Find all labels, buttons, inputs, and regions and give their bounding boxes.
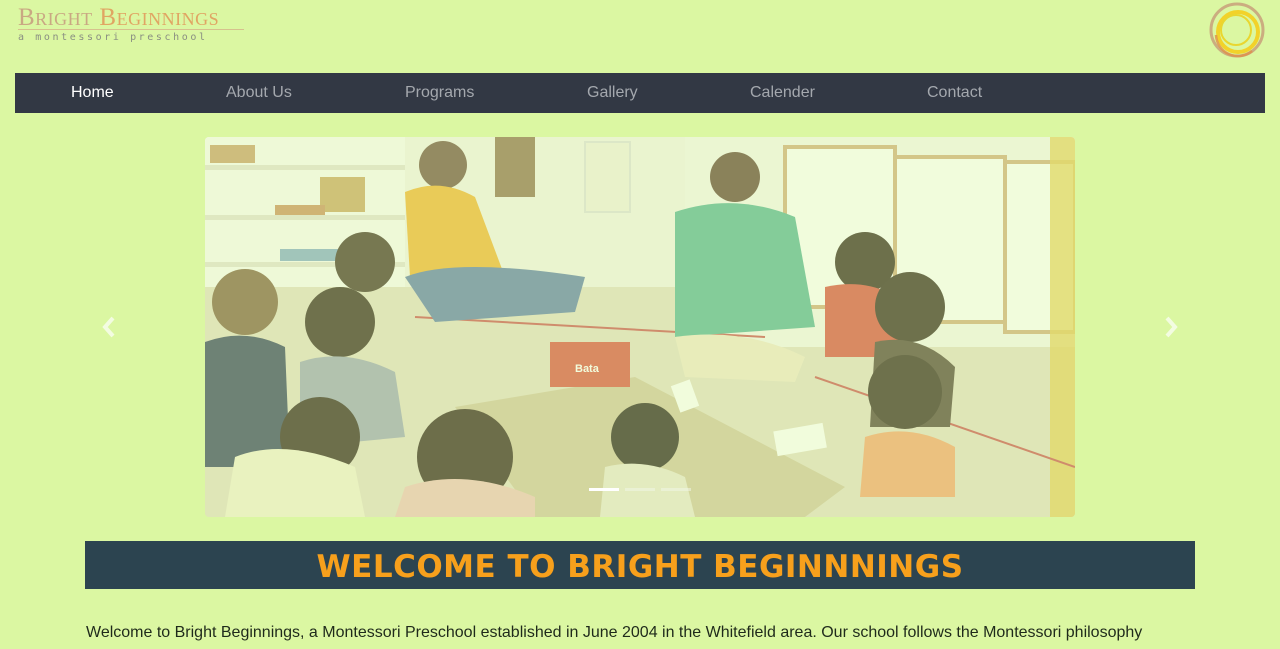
box-label: Bata <box>575 363 600 375</box>
carousel-indicators <box>589 488 693 492</box>
image-carousel: Bata <box>205 137 1075 517</box>
nav-item-contact[interactable]: Contact <box>927 73 982 113</box>
logo-title-part2: Beginnings <box>99 4 220 31</box>
nav-item-programs[interactable]: Programs <box>405 73 474 113</box>
nav-item-about-us[interactable]: About Us <box>226 73 292 113</box>
chevron-left-icon <box>102 316 115 338</box>
carousel-slide-image: Bata <box>205 137 1075 517</box>
nav-item-home[interactable]: Home <box>71 73 114 113</box>
carousel-indicator-1[interactable] <box>589 488 619 491</box>
welcome-banner: WELCOME TO BRIGHT BEGINNNINGS <box>85 541 1195 589</box>
intro-paragraph: Welcome to Bright Beginnings, a Montesso… <box>86 624 1143 641</box>
carousel-prev-button[interactable] <box>97 310 121 344</box>
carousel-indicator-3[interactable] <box>661 488 691 491</box>
welcome-title: WELCOME TO BRIGHT BEGINNNINGS <box>316 549 964 585</box>
logo[interactable]: Bright Beginnings a montessori preschool <box>16 4 256 44</box>
nav-item-gallery[interactable]: Gallery <box>587 73 638 113</box>
logo-title-part1: Bright <box>18 4 93 31</box>
main-navbar: Home About Us Programs Gallery Calender … <box>15 73 1265 113</box>
carousel-indicator-2[interactable] <box>625 488 655 491</box>
logo-title: Bright Beginnings <box>18 4 219 32</box>
logo-subtitle: a montessori preschool <box>18 29 244 43</box>
nav-item-calender[interactable]: Calender <box>750 73 815 113</box>
carousel-next-button[interactable] <box>1159 310 1183 344</box>
sun-logo-icon <box>1209 2 1265 58</box>
chevron-right-icon <box>1165 316 1178 338</box>
page: Bright Beginnings a montessori preschool… <box>0 0 1280 649</box>
